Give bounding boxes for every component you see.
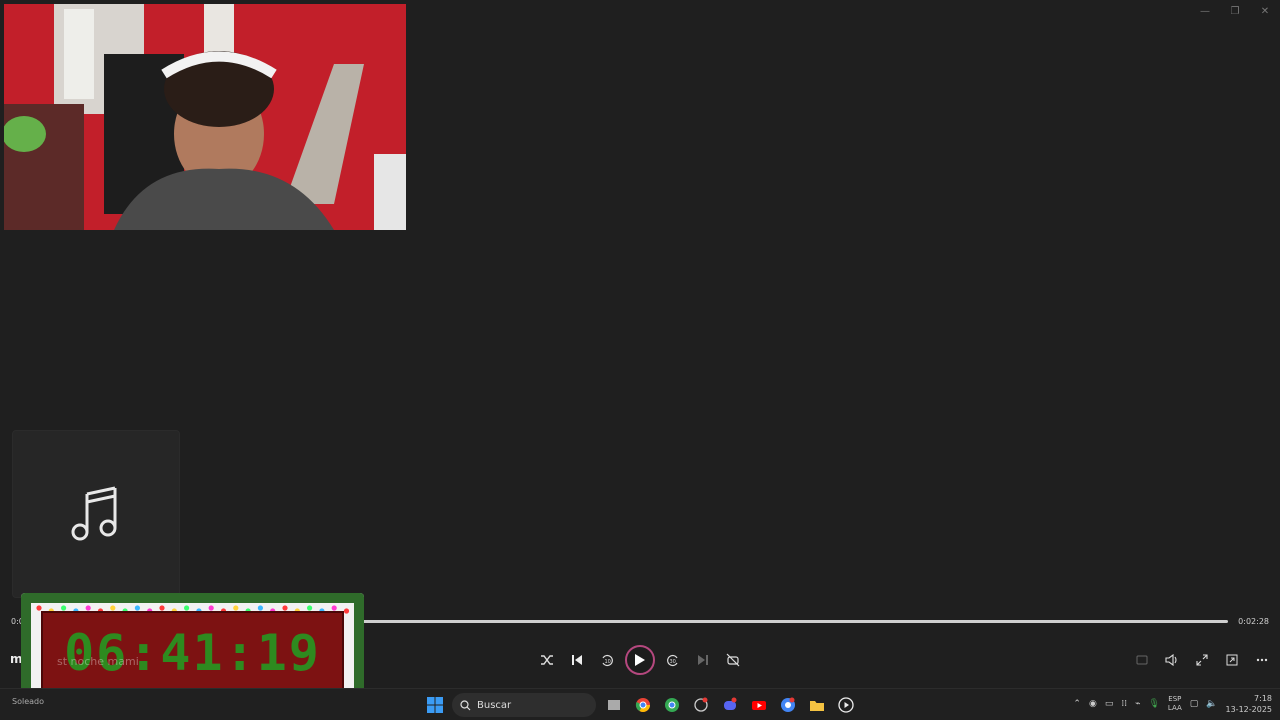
clock[interactable]: 7:18 13-12-2025 — [1226, 693, 1273, 715]
captions-button[interactable] — [1130, 648, 1154, 672]
taskbar: Soleado Buscar ⌃ ◉ ▭ ⁞⁞ ⌁ 🎙 ESP LAA ▢ 🔈 … — [0, 688, 1280, 720]
svg-text:30: 30 — [670, 659, 676, 665]
more-options-button[interactable] — [1250, 648, 1274, 672]
shuffle-icon — [541, 655, 553, 665]
next-button[interactable] — [691, 648, 715, 672]
search-placeholder: Buscar — [477, 699, 512, 711]
track-subtitle: st noche mami — [57, 655, 139, 668]
captions-icon — [1136, 655, 1148, 665]
chrome-icon — [635, 698, 650, 712]
repeat-off-icon — [726, 653, 740, 667]
clock-date: 13-12-2025 — [1225, 705, 1273, 714]
mini-player-icon — [1226, 654, 1238, 666]
language-top: ESP — [1168, 695, 1182, 703]
start-button[interactable] — [423, 694, 446, 717]
youtube-button[interactable] — [747, 694, 770, 717]
discord-tray-icon[interactable]: ◉ — [1089, 699, 1097, 709]
expand-icon — [1196, 654, 1208, 666]
folder-icon — [809, 701, 824, 711]
microphone-icon[interactable]: 🎙 — [1148, 699, 1159, 709]
language-bottom: LAA — [1167, 704, 1182, 712]
christmas-light — [85, 605, 91, 611]
mini-player-button[interactable] — [1220, 648, 1244, 672]
christmas-light — [233, 605, 239, 611]
secondary-controls — [1130, 648, 1274, 672]
screen-icon[interactable]: ▢ — [1190, 699, 1199, 709]
weather-label: Soleado — [12, 697, 44, 706]
volume-button[interactable] — [1160, 648, 1184, 672]
webcam-overlay — [4, 4, 406, 230]
previous-button[interactable] — [565, 648, 589, 672]
minimize-button[interactable]: — — [1190, 0, 1220, 22]
close-button[interactable]: ✕ — [1250, 0, 1280, 22]
discord-button[interactable] — [718, 694, 741, 717]
album-art — [12, 430, 180, 598]
christmas-light — [331, 605, 337, 611]
christmas-light — [343, 608, 350, 614]
search-icon — [460, 699, 471, 710]
shuffle-button[interactable] — [535, 648, 559, 672]
rewind-10-button[interactable]: 10 — [595, 648, 619, 672]
weather-widget[interactable]: Soleado — [12, 697, 44, 706]
countdown-timer: 06:41:19 — [64, 624, 321, 682]
clock-time: 7:18 — [1254, 694, 1272, 703]
task-view-button[interactable] — [602, 694, 625, 717]
christmas-light — [110, 605, 116, 611]
volume-icon — [1165, 654, 1177, 666]
christmas-light — [134, 605, 140, 611]
chrome-profile-button[interactable] — [660, 694, 683, 717]
media-player-button[interactable] — [834, 694, 857, 717]
webcam-image — [4, 4, 406, 230]
system-tray: ⌃ ◉ ▭ ⁞⁞ ⌁ 🎙 ESP LAA ▢ 🔈 7:18 13-12-2025 — [1073, 693, 1272, 715]
language-indicator[interactable]: ESP LAA — [1168, 695, 1182, 713]
music-note-icon — [71, 486, 117, 541]
search-box[interactable]: Buscar — [452, 693, 596, 717]
christmas-light — [159, 605, 165, 611]
forward-30-button[interactable]: 30 — [661, 648, 685, 672]
previous-icon — [572, 655, 582, 665]
christmas-light — [307, 605, 313, 611]
chrome-button[interactable] — [631, 694, 654, 717]
forward-30-icon: 30 — [667, 654, 678, 667]
svg-text:10: 10 — [605, 659, 611, 665]
total-duration: 0:02:28 — [1238, 617, 1269, 626]
discord-icon — [723, 697, 736, 710]
christmas-light — [36, 605, 42, 611]
transport-controls: 10 30 — [535, 645, 745, 675]
taskbar-apps: Buscar — [423, 693, 857, 717]
fullscreen-button[interactable] — [1190, 648, 1214, 672]
play-icon — [635, 654, 645, 666]
network-icon[interactable]: ⌁ — [1135, 699, 1140, 709]
chrome-icon — [780, 697, 795, 712]
youtube-icon — [751, 701, 766, 710]
display-icon[interactable]: ▭ — [1105, 699, 1114, 709]
christmas-light — [61, 605, 67, 611]
christmas-light — [184, 605, 190, 611]
task-view-icon — [607, 700, 620, 710]
countdown-panel: 06:41:19 — [41, 611, 344, 695]
media-player-icon — [837, 697, 854, 713]
rewind-10-icon: 10 — [602, 654, 613, 667]
grid-icon[interactable]: ⁞⁞ — [1121, 699, 1127, 709]
app-button[interactable] — [689, 694, 712, 717]
christmas-light — [282, 605, 288, 611]
speaker-icon[interactable]: 🔈 — [1206, 699, 1217, 709]
christmas-light — [208, 605, 214, 611]
restore-button[interactable]: ❐ — [1220, 0, 1250, 22]
windows-icon — [426, 697, 443, 713]
more-icon — [1256, 658, 1268, 662]
file-explorer-button[interactable] — [805, 694, 828, 717]
christmas-light — [257, 605, 263, 611]
chrome-app-button[interactable] — [776, 694, 799, 717]
app-icon — [693, 697, 708, 712]
chrome-icon — [664, 698, 679, 712]
chevron-up-icon[interactable]: ⌃ — [1073, 699, 1081, 709]
repeat-off-button[interactable] — [721, 648, 745, 672]
play-button[interactable] — [625, 645, 655, 675]
window-controls: — ❐ ✕ — [1190, 0, 1280, 22]
next-icon — [698, 655, 708, 665]
